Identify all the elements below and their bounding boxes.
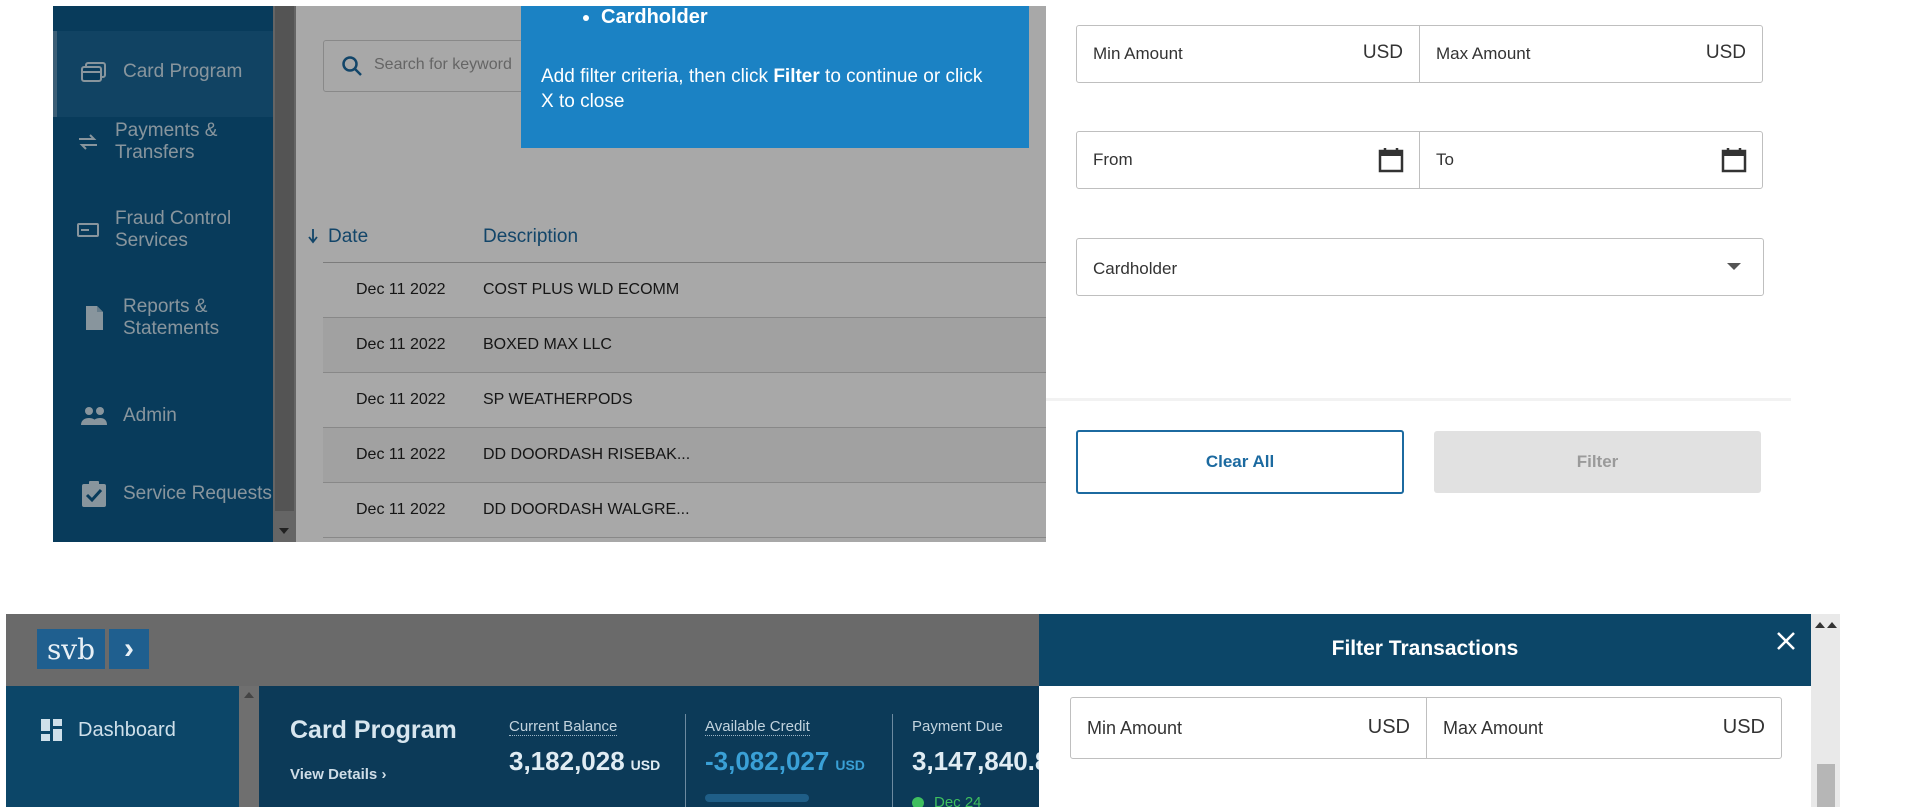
- current-balance-amount: 3,182,028: [509, 746, 625, 776]
- dashboard-icon: [41, 719, 62, 741]
- sidebar-item-label: Dashboard: [78, 718, 176, 741]
- current-balance-label[interactable]: Current Balance: [509, 718, 618, 736]
- max-amount-label: Max Amount: [1436, 44, 1531, 63]
- current-balance-unit: USD: [630, 757, 661, 773]
- clear-all-button[interactable]: Clear All: [1076, 430, 1404, 494]
- view-details-label: View Details: [290, 766, 378, 783]
- drawer-header: Filter Transactions: [1039, 614, 1811, 686]
- tooltip-text: Add filter criteria, then click: [541, 66, 774, 87]
- sidebar: Dashboard: [6, 686, 239, 807]
- payment-due-date-text: Dec 24: [934, 794, 982, 807]
- scroll-up-icon[interactable]: [1815, 622, 1825, 628]
- filter-button[interactable]: Filter: [1434, 431, 1761, 493]
- min-amount-label: Min Amount: [1087, 718, 1183, 738]
- svb-logo-chevron[interactable]: ›: [109, 629, 149, 669]
- max-amount-unit: USD: [1722, 716, 1765, 738]
- min-amount-unit: USD: [1367, 716, 1410, 738]
- max-amount-field[interactable]: Max Amount USD: [1426, 697, 1782, 759]
- scrollbar-thumb[interactable]: [1817, 764, 1835, 807]
- max-amount-unit: USD: [1705, 42, 1746, 63]
- transactions-view: Card Program Payments & Transfers Fraud …: [53, 6, 1046, 542]
- payment-due-amount: 3,147,840.8: [912, 746, 1050, 776]
- available-credit: Available Credit -3,082,027 USD: [705, 718, 865, 802]
- dashboard-view: svb › Dashboard Card Program View Detail…: [6, 614, 1840, 807]
- close-icon[interactable]: [1775, 630, 1797, 652]
- calendar-icon[interactable]: [1720, 146, 1748, 174]
- status-dot-icon: [912, 796, 924, 807]
- available-credit-label[interactable]: Available Credit: [705, 718, 810, 736]
- form-divider: [1046, 398, 1791, 401]
- tooltip-message: Add filter criteria, then click Filter t…: [541, 64, 991, 114]
- chevron-down-icon: [1727, 263, 1741, 270]
- svb-logo[interactable]: svb: [37, 629, 105, 669]
- to-date-label: To: [1436, 150, 1454, 169]
- drawer-title: Filter Transactions: [1331, 637, 1519, 660]
- to-date-field[interactable]: To: [1419, 131, 1763, 189]
- max-amount-label: Max Amount: [1443, 718, 1544, 738]
- available-credit-unit: USD: [835, 757, 865, 773]
- payment-due-label: Payment Due: [912, 718, 1003, 735]
- scroll-up-icon[interactable]: [1827, 622, 1837, 628]
- available-credit-value: -3,082,027 USD: [705, 746, 865, 777]
- chevron-right-icon: ›: [381, 766, 387, 783]
- cardholder-label: Cardholder: [1093, 259, 1178, 278]
- metric-divider: [892, 714, 893, 807]
- page-title: Card Program: [290, 716, 457, 744]
- min-amount-unit: USD: [1362, 42, 1403, 63]
- from-date-field[interactable]: From: [1076, 131, 1420, 189]
- tooltip-bullet: Cardholder: [601, 6, 708, 29]
- sidebar-scrollbar[interactable]: [239, 686, 259, 807]
- view-details-link[interactable]: View Details ›: [290, 766, 386, 783]
- min-amount-field[interactable]: Min Amount USD: [1070, 697, 1427, 759]
- max-amount-field[interactable]: Max Amount USD: [1419, 25, 1763, 83]
- available-credit-bar: [705, 794, 809, 802]
- calendar-icon[interactable]: [1377, 146, 1405, 174]
- from-date-label: From: [1093, 150, 1133, 169]
- current-balance-value: 3,182,028 USD: [509, 746, 660, 777]
- sidebar-item-dashboard[interactable]: Dashboard: [40, 718, 176, 742]
- available-credit-amount: -3,082,027: [705, 746, 830, 776]
- drawer-scrollbar[interactable]: [1811, 614, 1840, 807]
- current-balance: Current Balance 3,182,028 USD: [509, 718, 660, 777]
- filter-drawer: Filter Transactions Min Amount USD Max A…: [1039, 614, 1811, 807]
- payment-due: Payment Due 3,147,840.8 Dec 24: [912, 718, 1050, 807]
- min-amount-label: Min Amount: [1093, 44, 1183, 63]
- payment-due-date: Dec 24: [912, 794, 982, 807]
- metric-divider: [685, 714, 686, 807]
- cardholder-select[interactable]: Cardholder: [1076, 238, 1764, 296]
- filter-form: Min Amount USD Max Amount USD From To Ca…: [1046, 0, 1791, 542]
- account-summary: Card Program View Details › Current Bala…: [259, 686, 1049, 807]
- onboarding-tooltip: Cardholder Add filter criteria, then cli…: [521, 6, 1029, 148]
- tooltip-text-bold: Filter: [773, 66, 820, 87]
- min-amount-field[interactable]: Min Amount USD: [1076, 25, 1420, 83]
- scroll-up-icon[interactable]: [244, 692, 254, 698]
